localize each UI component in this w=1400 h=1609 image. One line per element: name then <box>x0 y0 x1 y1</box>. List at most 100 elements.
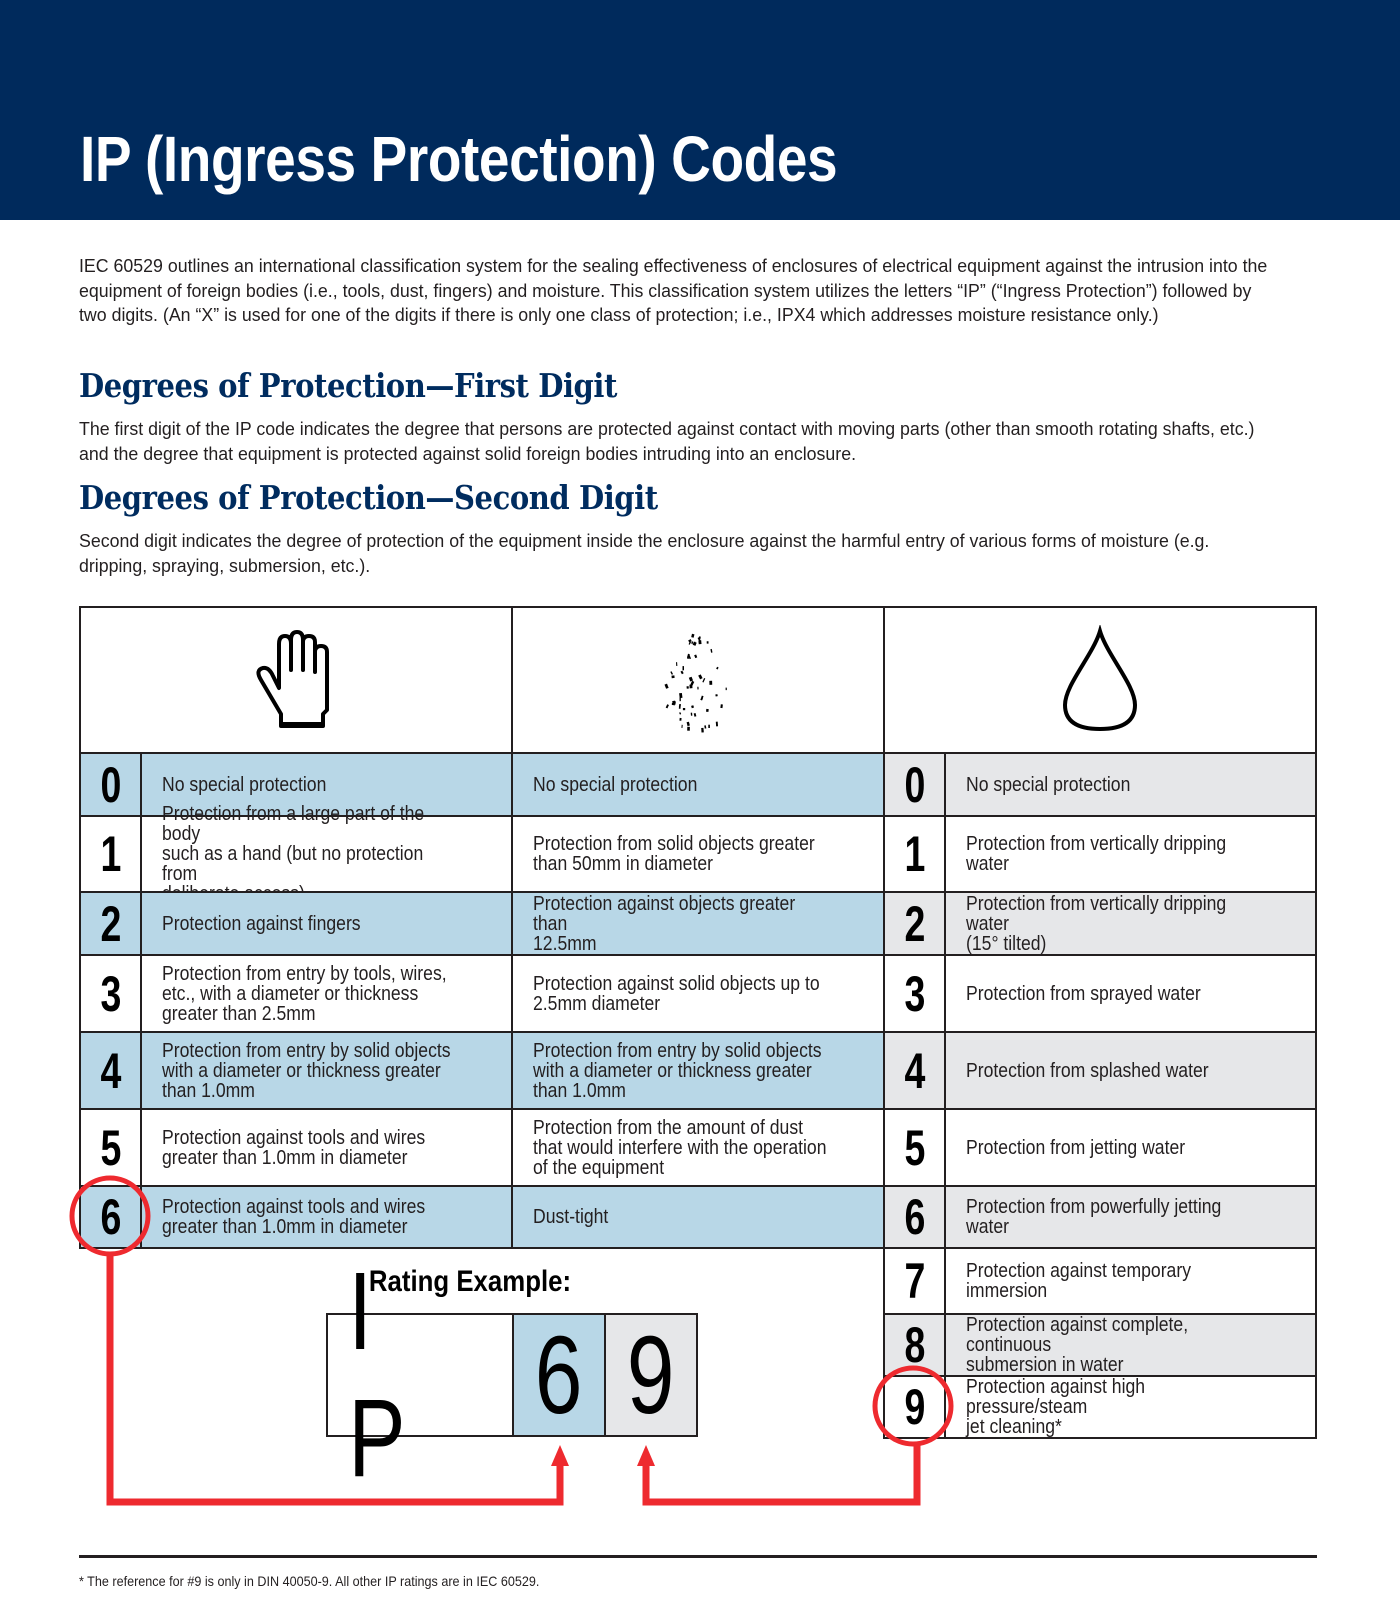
rating-first-digit: 6 <box>535 1313 583 1437</box>
dust-particle <box>691 633 695 638</box>
footer-divider <box>79 1555 1317 1558</box>
persons-protection-cell-text: Protection against tools and wires great… <box>162 1196 426 1238</box>
second-digit-number-text: 8 <box>904 1317 925 1373</box>
second-digit-number: 7 <box>883 1247 946 1315</box>
second-digit-number-text: 1 <box>904 826 925 882</box>
solids-protection-cell-text: Protection from entry by solid objects w… <box>533 1039 822 1102</box>
persons-protection-cell: Protection from entry by tools, wires, e… <box>140 954 513 1033</box>
moisture-protection-cell-text: No special protection <box>966 773 1131 796</box>
persons-protection-cell-text: Protection from entry by solid objects w… <box>162 1039 451 1102</box>
solids-protection-cell: Protection from the amount of dust that … <box>511 1108 885 1187</box>
dust-particle <box>725 687 727 691</box>
hand-icon <box>256 630 329 728</box>
second-digit-number: 0 <box>883 752 946 817</box>
moisture-protection-cell: Protection against high pressure/steam j… <box>944 1375 1317 1439</box>
moisture-protection-cell: Protection from powerfully jetting water <box>944 1185 1317 1249</box>
rating-prefix: I P <box>348 1250 422 1500</box>
dust-particle <box>694 654 698 659</box>
dust-particle <box>697 686 699 690</box>
dust-particle <box>701 727 704 733</box>
second-digit-number: 5 <box>883 1108 946 1187</box>
second-digit-number: 9 <box>883 1375 946 1439</box>
moisture-protection-cell-text: Protection from powerfully jetting water <box>966 1196 1222 1238</box>
ip-code-table: 0 No special protection No special protect… <box>79 606 1317 1439</box>
footnote: * The reference for #9 is only in DIN 40… <box>79 1573 540 1589</box>
second-digit-heading: Degrees of Protection—Second Digit <box>79 478 658 517</box>
rating-prefix-box: I P <box>326 1250 514 1500</box>
moisture-protection-cell-text: Protection from sprayed water <box>966 982 1201 1005</box>
second-digit-number: 1 <box>883 815 946 893</box>
moisture-icon-header <box>883 606 1317 754</box>
persons-protection-cell-text: Protection against tools and wires great… <box>162 1126 426 1169</box>
moisture-protection-cell-text: Protection from jetting water <box>966 1136 1186 1159</box>
solids-protection-cell-text: Protection from the amount of dust that … <box>533 1116 827 1179</box>
dust-particle <box>679 692 683 699</box>
dust-particle <box>679 717 682 721</box>
dust-particle <box>706 641 709 644</box>
second-digit-number-text: 0 <box>904 756 925 813</box>
dust-particle <box>687 726 690 731</box>
moisture-protection-cell: Protection from vertically dripping wate… <box>944 891 1317 956</box>
dust-particle <box>700 695 704 701</box>
second-digit-number: 3 <box>883 954 946 1033</box>
dust-particle <box>671 675 675 679</box>
first-digit-number: 2 <box>79 891 142 956</box>
moisture-protection-cell: No special protection <box>944 752 1317 817</box>
persons-protection-cell: Protection from a large part of the body… <box>140 804 513 904</box>
rating-first-digit-box: 6 <box>512 1313 606 1437</box>
first-digit-description: The first digit of the IP code indicates… <box>79 418 1255 464</box>
dust-particle <box>690 712 693 716</box>
solids-protection-cell-text: No special protection <box>533 773 698 796</box>
second-digit-arrowhead <box>637 1445 655 1466</box>
dust-particle <box>698 674 703 680</box>
moisture-protection-cell-text: Protection from vertically dripping wate… <box>966 833 1227 875</box>
first-digit-number-text: 6 <box>100 1189 121 1245</box>
moisture-protection-cell-text: Protection from vertically dripping wate… <box>966 892 1227 955</box>
first-digit-number: 6 <box>79 1185 142 1249</box>
first-digit-number-text: 0 <box>100 756 121 813</box>
second-digit-callout-arrow-line <box>642 1444 921 1506</box>
second-digit-number-text: 5 <box>904 1119 925 1176</box>
first-digit-number-text: 1 <box>100 826 121 882</box>
moisture-protection-cell-text: Protection against complete, continuous … <box>966 1314 1189 1376</box>
moisture-protection-cell: Protection from jetting water <box>944 1108 1317 1187</box>
moisture-protection-cell-text: Protection against high pressure/steam j… <box>966 1376 1146 1438</box>
dust-particle <box>702 677 706 683</box>
first-digit-number: 5 <box>79 1108 142 1187</box>
dust-particle <box>686 686 689 689</box>
dust-particle <box>708 724 710 728</box>
dust-particle <box>706 708 709 712</box>
persons-icon-header <box>79 606 513 754</box>
dust-particle <box>693 713 697 717</box>
solids-protection-cell: No special protection <box>511 752 885 817</box>
dust-particle <box>716 666 719 670</box>
first-digit-number: 4 <box>79 1031 142 1110</box>
first-digit-number: 1 <box>79 815 142 893</box>
second-digit-number-text: 2 <box>904 895 925 952</box>
first-digit-arrowhead <box>551 1445 569 1466</box>
moisture-protection-cell: Protection from splashed water <box>944 1031 1317 1110</box>
dust-particle <box>682 708 686 711</box>
moisture-protection-cell-text: Protection against temporary immersion <box>966 1260 1192 1302</box>
dust-particle <box>681 724 683 728</box>
dust-particle <box>720 704 723 709</box>
dust-particle <box>688 676 694 682</box>
dust-particle <box>664 683 669 689</box>
second-digit-number: 8 <box>883 1313 946 1377</box>
second-digit-number: 2 <box>883 891 946 956</box>
dust-particle <box>686 721 690 727</box>
second-digit-number: 4 <box>883 1031 946 1110</box>
solids-protection-cell-text: Protection against solid objects up to 2… <box>533 972 820 1015</box>
first-digit-number-text: 2 <box>100 895 121 952</box>
solids-protection-cell: Protection against solid objects up to 2… <box>511 954 885 1033</box>
second-digit-number-text: 6 <box>904 1189 925 1245</box>
persons-protection-cell: Protection from entry by solid objects w… <box>140 1031 513 1110</box>
moisture-protection-cell: Protection against temporary immersion <box>944 1247 1317 1315</box>
persons-protection-cell-text: Protection against fingers <box>162 912 361 935</box>
water-drop-icon <box>1062 625 1138 732</box>
persons-protection-cell-text: Protection from entry by tools, wires, e… <box>162 962 447 1025</box>
dust-particles-icon <box>664 633 727 733</box>
rating-second-digit: 9 <box>627 1313 675 1437</box>
dust-particle <box>680 670 684 675</box>
second-digit-number-text: 3 <box>904 965 925 1022</box>
